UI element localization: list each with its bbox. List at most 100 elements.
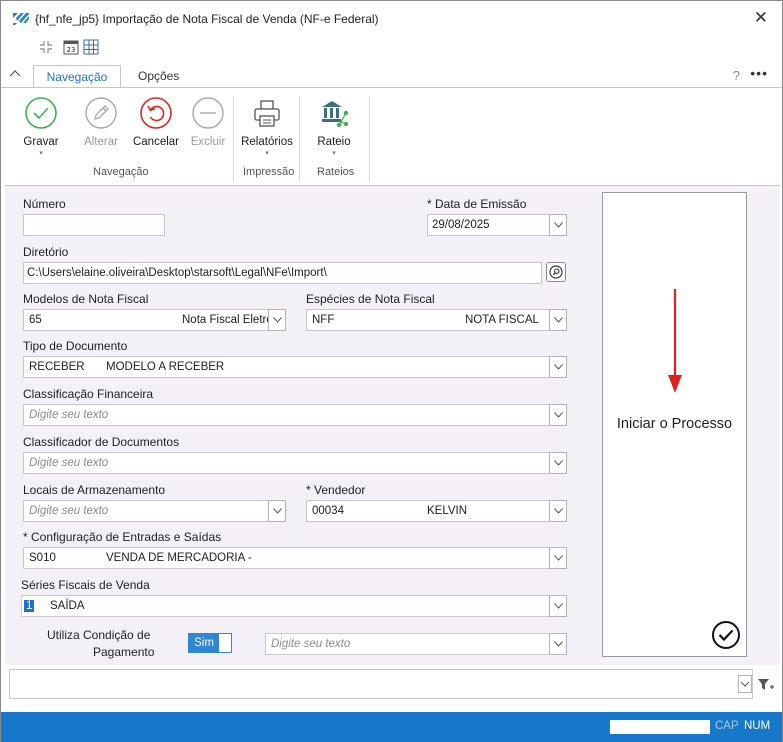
chevron-down-icon[interactable] xyxy=(738,675,752,693)
group-impressao-label: Impressão xyxy=(243,166,295,178)
numero-input[interactable] xyxy=(23,214,165,236)
chevron-down-icon[interactable] xyxy=(549,404,567,426)
condicao-pagamento-label-line2: Pagamento xyxy=(93,645,155,659)
status-progress-box xyxy=(610,720,710,734)
tab-navegacao[interactable]: Navegação xyxy=(33,65,121,89)
alterar-button[interactable]: Alterar xyxy=(81,96,121,148)
chevron-down-icon[interactable] xyxy=(549,309,567,331)
data-emissao-value: 29/08/2025 xyxy=(432,219,490,231)
ribbon-separator xyxy=(299,96,300,182)
condicao-pagamento-select[interactable]: Digite seu texto xyxy=(265,633,567,655)
numero-label: Número xyxy=(23,197,66,211)
iniciar-processo-label: Iniciar o Processo xyxy=(616,416,733,432)
chevron-down-icon[interactable] xyxy=(549,452,567,474)
cancelar-button[interactable]: Cancelar xyxy=(131,96,181,148)
rateio-button[interactable]: Rateio ▾ xyxy=(311,96,357,157)
filter-bar-input[interactable] xyxy=(9,669,753,699)
title-bar: {hf_nfe_jp5} Importação de Nota Fiscal d… xyxy=(1,1,782,35)
printer-icon xyxy=(254,100,280,127)
classificador-documentos-label: Classificador de Documentos xyxy=(23,435,180,449)
browse-directory-button[interactable] xyxy=(546,262,566,282)
especies-code: NFF xyxy=(312,314,335,326)
series-fiscais-label: Séries Fiscais de Venda xyxy=(21,578,150,592)
modelos-label: Modelos de Nota Fiscal xyxy=(23,292,149,306)
chevron-down-icon[interactable] xyxy=(549,356,567,378)
calendar-icon[interactable]: 23 xyxy=(63,39,79,55)
window-title: {hf_nfe_jp5} Importação de Nota Fiscal d… xyxy=(35,12,379,26)
modelos-desc: Nota Fiscal Eletrô xyxy=(182,314,268,326)
chevron-down-icon[interactable] xyxy=(549,214,567,236)
especies-desc: NOTA FISCAL xyxy=(465,314,539,326)
minus-circle-icon xyxy=(192,97,224,129)
chevron-down-icon[interactable] xyxy=(268,309,286,331)
application-window: {hf_nfe_jp5} Importação de Nota Fiscal d… xyxy=(0,0,783,742)
series-fiscais-code: 1 xyxy=(24,600,35,612)
relatorios-dropdown-icon[interactable]: ▾ xyxy=(239,149,295,157)
vendedor-select[interactable]: 00034 KELVIN xyxy=(306,500,567,522)
data-emissao-input[interactable]: 29/08/2025 xyxy=(427,214,567,236)
vendedor-desc: KELVIN xyxy=(427,505,468,517)
ribbon-collapse-icon[interactable] xyxy=(9,68,21,78)
series-fiscais-desc: SAÍDA xyxy=(50,600,85,612)
modelos-select[interactable]: 65 Nota Fiscal Eletrô xyxy=(23,309,286,331)
group-navegacao-label: Navegação xyxy=(93,166,149,178)
diretorio-label: Diretório xyxy=(23,245,69,259)
excluir-button[interactable]: Excluir xyxy=(187,96,229,148)
excluir-label: Excluir xyxy=(190,136,226,148)
data-emissao-label: * Data de Emissão xyxy=(427,197,527,211)
series-fiscais-select[interactable]: 1 SAÍDA xyxy=(21,595,567,617)
toggle-on-label: Sim xyxy=(189,634,219,652)
config-entradas-saidas-select[interactable]: S010 VENDA DE MERCADORIA - xyxy=(23,547,567,569)
undo-icon xyxy=(140,97,172,129)
check-circle-icon xyxy=(25,97,57,129)
ribbon-separator xyxy=(233,96,234,182)
chevron-down-icon[interactable] xyxy=(268,500,286,522)
gravar-dropdown-icon[interactable]: ▾ xyxy=(19,149,63,157)
close-icon[interactable]: ✕ xyxy=(754,8,768,28)
gravar-button[interactable]: Gravar ▾ xyxy=(19,96,63,157)
condicao-pagamento-toggle[interactable]: Sim xyxy=(188,633,232,653)
tab-opcoes[interactable]: Opções xyxy=(128,65,189,89)
collapse-icon[interactable] xyxy=(39,40,53,54)
tipo-documento-select[interactable]: RECEBER MODELO A RECEBER xyxy=(23,356,567,378)
classificacao-financeira-placeholder: Digite seu texto xyxy=(29,409,109,421)
ribbon-separator xyxy=(369,96,370,182)
config-entradas-saidas-label: * Configuração de Entradas e Saídas xyxy=(23,530,222,544)
especies-label: Espécies de Nota Fiscal xyxy=(306,292,435,306)
cancelar-label: Cancelar xyxy=(132,136,180,148)
rateio-label: Rateio xyxy=(317,136,351,148)
config-entradas-saidas-desc: VENDA DE MERCADORIA - xyxy=(106,552,252,564)
relatorios-button[interactable]: Relatórios ▾ xyxy=(239,96,295,157)
bank-share-icon xyxy=(322,101,349,128)
process-panel: Iniciar o Processo xyxy=(602,192,747,657)
more-options-icon[interactable]: ••• xyxy=(750,65,768,81)
classificacao-financeira-select[interactable]: Digite seu texto xyxy=(23,404,567,426)
app-logo-icon xyxy=(13,11,29,25)
tipo-documento-code: RECEBER xyxy=(29,361,85,373)
ribbon-tabs: Navegação Opções ? ••• xyxy=(1,63,782,89)
condicao-pagamento-placeholder: Digite seu texto xyxy=(271,638,351,650)
relatorios-label: Relatórios xyxy=(241,136,293,148)
especies-select[interactable]: NFF NOTA FISCAL xyxy=(306,309,567,331)
gravar-label: Gravar xyxy=(23,136,59,148)
chevron-down-icon[interactable] xyxy=(549,500,567,522)
iniciar-processo-button[interactable] xyxy=(711,620,741,650)
svg-text:23: 23 xyxy=(67,46,76,54)
down-arrow-icon xyxy=(668,289,682,393)
pencil-icon xyxy=(85,97,117,129)
filter-icon[interactable] xyxy=(757,677,775,693)
locais-armazenamento-placeholder: Digite seu texto xyxy=(29,505,109,517)
chevron-down-icon[interactable] xyxy=(549,547,567,569)
rateio-dropdown-icon[interactable]: ▾ xyxy=(311,149,357,157)
grid-icon[interactable] xyxy=(83,39,99,55)
search-icon xyxy=(549,265,563,279)
modelos-code: 65 xyxy=(29,314,42,326)
locais-armazenamento-select[interactable]: Digite seu texto xyxy=(23,500,286,522)
vendedor-code: 00034 xyxy=(312,505,344,517)
diretorio-value: C:\Users\elaine.oliveira\Desktop\starsof… xyxy=(27,267,327,279)
chevron-down-icon[interactable] xyxy=(549,595,567,617)
help-icon[interactable]: ? xyxy=(733,68,740,83)
diretorio-input[interactable]: C:\Users\elaine.oliveira\Desktop\starsof… xyxy=(23,262,542,284)
classificador-documentos-select[interactable]: Digite seu texto xyxy=(23,452,567,474)
chevron-down-icon[interactable] xyxy=(549,633,567,655)
